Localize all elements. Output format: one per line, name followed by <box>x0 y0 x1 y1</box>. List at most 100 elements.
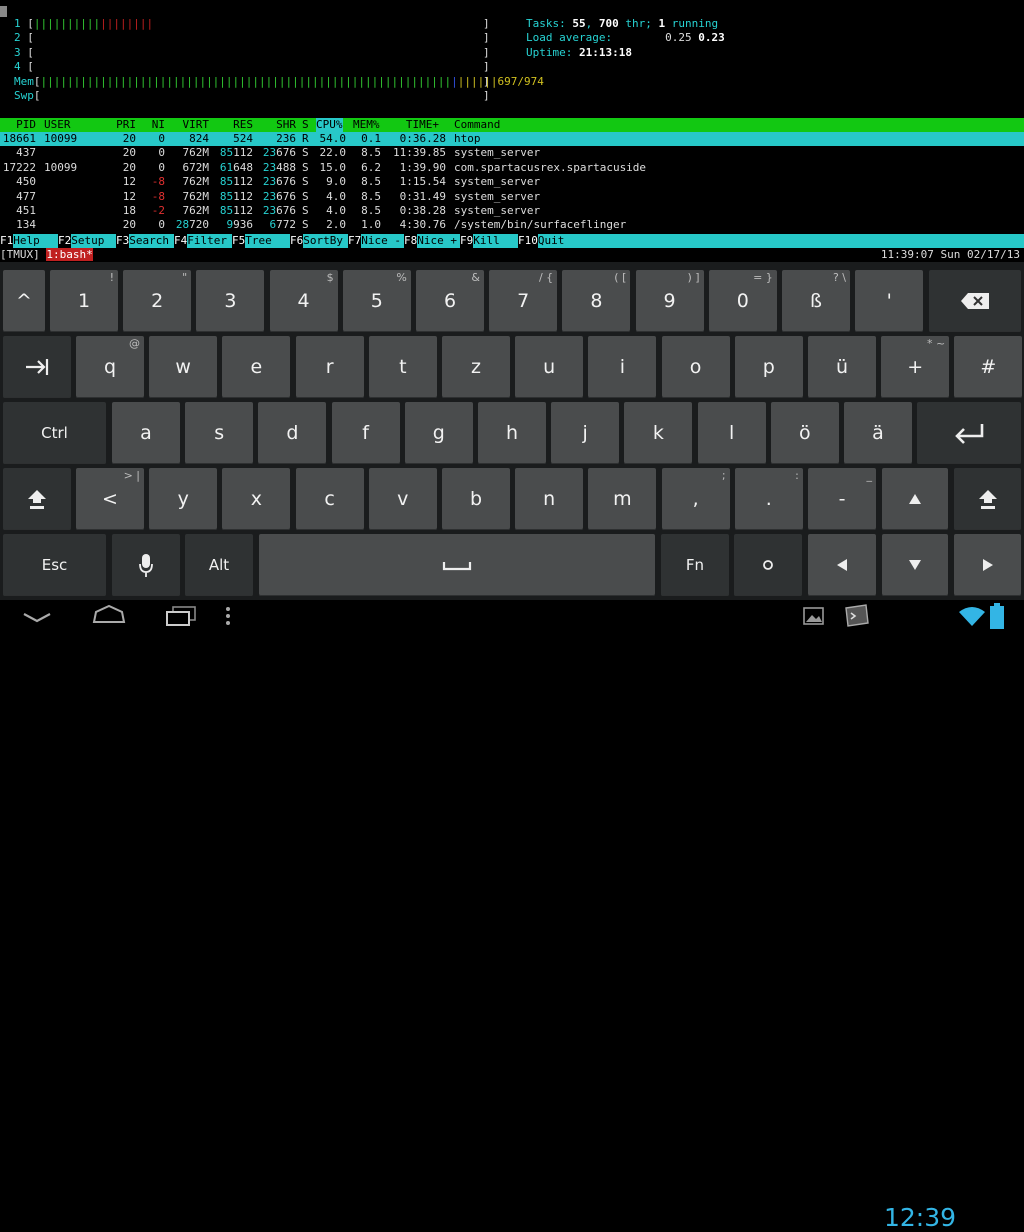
key-8[interactable]: 8 ( [ <box>562 270 631 332</box>
key-y[interactable]: y <box>149 468 218 530</box>
column-header-ni[interactable]: NI <box>152 118 165 132</box>
key-9[interactable]: 9) ] <box>635 270 704 332</box>
key-v[interactable]: v <box>368 468 437 530</box>
process-row[interactable]: 437 20 0 762M 85112 23676 S 22.0 8.5 11:39.85 syst… <box>0 146 1024 160</box>
key-#[interactable]: # <box>954 336 1023 398</box>
key-h[interactable]: h <box>478 402 546 464</box>
gallery-notification-icon[interactable] <box>803 606 825 626</box>
process-row[interactable]: 17222 10099 20 0 672M 61648 23488 S 15.0 6.2 1:39.… <box>0 161 1024 175</box>
key-'[interactable]: ' <box>855 270 924 332</box>
column-header-pri[interactable]: PRI <box>116 118 136 132</box>
key-3[interactable]: 3 <box>196 270 265 332</box>
space-key[interactable] <box>259 534 655 596</box>
key-o[interactable]: o <box>661 336 730 398</box>
home-icon[interactable] <box>92 604 126 626</box>
key-l[interactable]: l <box>697 402 766 464</box>
circle-key[interactable] <box>734 534 802 596</box>
key-+[interactable]: + * ~ <box>881 336 950 398</box>
column-header-mem[interactable]: MEM% <box>353 118 380 132</box>
fn-key[interactable]: Fn <box>661 534 729 596</box>
alt-key[interactable]: Alt <box>185 534 253 596</box>
key-1[interactable]: 1! <box>50 270 118 332</box>
fkey-f6[interactable]: F6SortBy <box>290 234 343 249</box>
column-header-pid[interactable]: PID <box>16 118 36 132</box>
key-k[interactable]: k <box>624 402 693 464</box>
menu-icon[interactable] <box>224 606 232 626</box>
column-header-shr[interactable]: SHR <box>276 118 296 132</box>
recent-apps-icon[interactable] <box>165 605 197 627</box>
voice-input-key[interactable] <box>112 534 180 596</box>
column-header-time[interactable]: TIME+ <box>406 118 439 132</box>
key-q[interactable]: q @ <box>76 336 144 398</box>
shift-left-key[interactable] <box>3 468 71 530</box>
column-header-user[interactable]: USER <box>44 118 71 132</box>
key-g[interactable]: g <box>404 402 473 464</box>
key-7[interactable]: 7 / { <box>489 270 558 332</box>
key-period[interactable]: .: <box>734 468 803 530</box>
escape-key[interactable]: Esc <box>3 534 106 596</box>
status-clock[interactable]: 12:39 <box>884 1203 956 1232</box>
arrow-down-key[interactable] <box>882 534 948 596</box>
fkey-f2[interactable]: F2Setup <box>58 234 105 249</box>
key-j[interactable]: j <box>551 402 620 464</box>
key-w[interactable]: w <box>149 336 218 398</box>
key-6[interactable]: 6 & <box>416 270 484 332</box>
key-e[interactable]: e <box>222 336 291 398</box>
key-b[interactable]: b <box>442 468 510 530</box>
process-row[interactable]: 451 18 -2 762M 85112 23676 S 4.0 8.5 0:38.28 syste… <box>0 204 1024 218</box>
process-row-selected[interactable]: 18661 10099 20 0 824 524 236 R 54.0 0.1 0:36.28 hto… <box>0 132 1024 146</box>
back-icon[interactable] <box>22 606 52 626</box>
key-2[interactable]: 2 " <box>123 270 192 332</box>
key-z[interactable]: z <box>442 336 510 398</box>
process-table-header[interactable]: PID USER PRI NI VIRT RES SHR S CPU% MEM% TIME+ Comm… <box>0 118 1024 133</box>
key-minus[interactable]: - _ <box>808 468 876 530</box>
fkey-f8[interactable]: F8Nice + <box>404 234 457 249</box>
shift-right-key[interactable] <box>954 468 1021 530</box>
enter-key[interactable] <box>917 402 1021 464</box>
fkey-f7[interactable]: F7Nice - <box>348 234 401 249</box>
key-ö[interactable]: ö <box>770 402 839 464</box>
column-header-command[interactable]: Command <box>454 118 500 132</box>
key-comma[interactable]: ,; <box>661 468 730 530</box>
key-f[interactable]: f <box>331 402 400 464</box>
terminal[interactable]: 1 [||||||||||||||||||] 2 [] 3 [] 4 [] Mem[||… <box>0 0 1024 262</box>
key-c[interactable]: c <box>295 468 364 530</box>
tab-key[interactable] <box>3 336 71 398</box>
arrow-left-key[interactable] <box>808 534 876 596</box>
process-row[interactable]: 134 20 0 28720 9936 6772 S 2.0 1.0 4:30.76/system… <box>0 218 1024 232</box>
key-ß[interactable]: ß ? \ <box>782 270 850 332</box>
key-r[interactable]: r <box>295 336 364 398</box>
key-4[interactable]: 4 $ <box>269 270 338 332</box>
key-s[interactable]: s <box>185 402 254 464</box>
column-header-virt[interactable]: VIRT <box>183 118 210 132</box>
column-header-res[interactable]: RES <box>233 118 253 132</box>
key-x[interactable]: x <box>222 468 291 530</box>
fkey-f10[interactable]: F10Quit <box>518 234 565 249</box>
key-caret[interactable]: ^ <box>3 270 45 332</box>
key-0[interactable]: 0 = } <box>708 270 777 332</box>
key-ä[interactable]: ä <box>844 402 912 464</box>
key-i[interactable]: i <box>588 336 657 398</box>
ctrl-key[interactable]: Ctrl <box>3 402 106 464</box>
column-header-s[interactable]: S <box>302 118 309 132</box>
key-5[interactable]: 5% <box>342 270 411 332</box>
fkey-f1[interactable]: F1Help <box>0 234 40 249</box>
fkey-f4[interactable]: F4Filter <box>174 234 227 249</box>
key-d[interactable]: d <box>258 402 327 464</box>
process-row[interactable]: 477 12 -8 762M 85112 23676 S 4.0 8.5 0:31.49 syste… <box>0 190 1024 204</box>
key-u[interactable]: u <box>515 336 584 398</box>
key-m[interactable]: m <box>588 468 657 530</box>
key-p[interactable]: p <box>734 336 803 398</box>
key-less-than[interactable]: < > | <box>76 468 144 530</box>
terminal-notification-icon[interactable] <box>842 604 870 628</box>
fkey-f9[interactable]: F9Kill <box>460 234 500 249</box>
column-header-cpu[interactable]: CPU% <box>316 118 343 133</box>
backspace-key[interactable] <box>929 270 1021 332</box>
fkey-f3[interactable]: F3Search <box>116 234 169 249</box>
arrow-right-key[interactable] <box>954 534 1021 596</box>
key-n[interactable]: n <box>515 468 584 530</box>
key-t[interactable]: t <box>368 336 437 398</box>
key-a[interactable]: a <box>112 402 180 464</box>
arrow-up-key[interactable] <box>882 468 948 530</box>
key-ü[interactable]: ü <box>808 336 876 398</box>
